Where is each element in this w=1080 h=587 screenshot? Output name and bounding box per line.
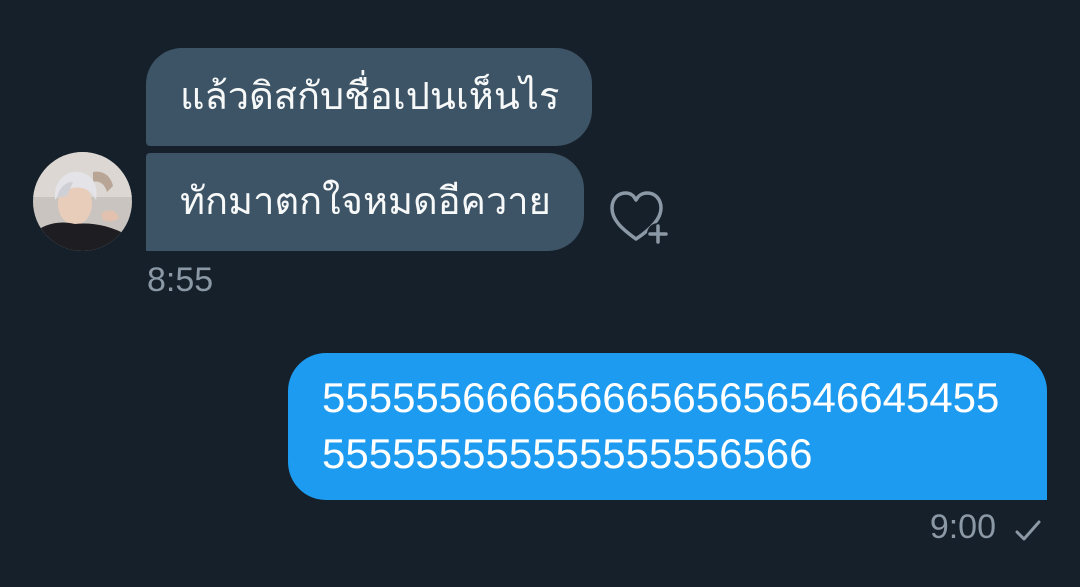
check-icon [1015,520,1041,541]
received-message-timestamp: 8:55 [147,261,214,299]
avatar[interactable] [33,152,132,251]
sent-message-meta: 9:00 [930,510,1042,544]
sent-message-timestamp: 9:00 [929,508,996,546]
received-message-bubble[interactable]: แล้วดิสกับชื่อเปนเห็นไร [146,48,593,146]
received-message-row: ทักมาตกใจหมดอีควาย [146,153,672,251]
avatar-photo [33,152,132,251]
received-message-bubble[interactable]: ทักมาตกใจหมดอีควาย [146,153,584,251]
received-message-text: แล้วดิสกับชื่อเปนเห็นไร [180,76,560,118]
received-message-text: ทักมาตกใจหมดอีควาย [180,181,551,223]
sent-message-text-line: 55555566665666565656546645455 [322,374,1000,421]
sent-message-bubble[interactable]: 55555566665666565656546645455 5555555555… [288,353,1047,500]
heart-plus-icon[interactable] [608,189,672,247]
sent-message-text-line: 555555555555555556566 [322,430,813,477]
dm-conversation: แล้วดิสกับชื่อเปนเห็นไร ทักมาตกใจหมดอีคว… [0,0,1080,587]
